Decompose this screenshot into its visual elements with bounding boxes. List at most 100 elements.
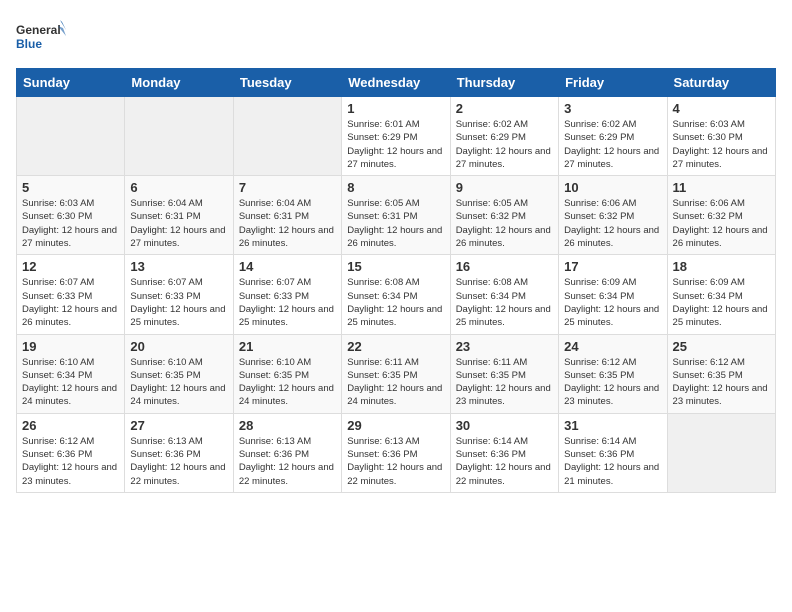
day-cell: 30 Sunrise: 6:14 AMSunset: 6:36 PMDayligh… (450, 413, 558, 492)
day-cell: 2 Sunrise: 6:02 AMSunset: 6:29 PMDaylight… (450, 97, 558, 176)
day-number: 13 (130, 259, 227, 274)
day-info: Sunrise: 6:08 AMSunset: 6:34 PMDaylight:… (347, 276, 444, 329)
day-number: 30 (456, 418, 553, 433)
day-number: 2 (456, 101, 553, 116)
day-info: Sunrise: 6:13 AMSunset: 6:36 PMDaylight:… (239, 435, 336, 488)
week-row-1: 1 Sunrise: 6:01 AMSunset: 6:29 PMDaylight… (17, 97, 776, 176)
day-cell: 19 Sunrise: 6:10 AMSunset: 6:34 PMDayligh… (17, 334, 125, 413)
day-info: Sunrise: 6:09 AMSunset: 6:34 PMDaylight:… (673, 276, 770, 329)
day-info: Sunrise: 6:05 AMSunset: 6:32 PMDaylight:… (456, 197, 553, 250)
day-cell: 29 Sunrise: 6:13 AMSunset: 6:36 PMDayligh… (342, 413, 450, 492)
day-number: 25 (673, 339, 770, 354)
day-cell: 23 Sunrise: 6:11 AMSunset: 6:35 PMDayligh… (450, 334, 558, 413)
day-number: 3 (564, 101, 661, 116)
day-cell: 16Sunrise: 6:08 AMSunset: 6:34 PMDayligh… (450, 255, 558, 334)
day-info: Sunrise: 6:11 AMSunset: 6:35 PMDaylight:… (456, 356, 553, 409)
day-number: 21 (239, 339, 336, 354)
day-cell: 11 Sunrise: 6:06 AMSunset: 6:32 PMDayligh… (667, 176, 775, 255)
day-info: Sunrise: 6:06 AMSunset: 6:32 PMDaylight:… (673, 197, 770, 250)
day-info: Sunrise: 6:03 AMSunset: 6:30 PMDaylight:… (22, 197, 119, 250)
logo-svg: General Blue (16, 16, 66, 58)
day-number: 24 (564, 339, 661, 354)
day-cell: 12 Sunrise: 6:07 AMSunset: 6:33 PMDayligh… (17, 255, 125, 334)
day-info: Sunrise: 6:02 AMSunset: 6:29 PMDaylight:… (456, 118, 553, 171)
day-info: Sunrise: 6:02 AMSunset: 6:29 PMDaylight:… (564, 118, 661, 171)
day-cell (125, 97, 233, 176)
day-info: Sunrise: 6:12 AMSunset: 6:35 PMDaylight:… (673, 356, 770, 409)
day-info: Sunrise: 6:04 AMSunset: 6:31 PMDaylight:… (239, 197, 336, 250)
week-row-2: 5 Sunrise: 6:03 AMSunset: 6:30 PMDaylight… (17, 176, 776, 255)
day-number: 28 (239, 418, 336, 433)
day-cell: 31Sunrise: 6:14 AMSunset: 6:36 PMDayligh… (559, 413, 667, 492)
day-info: Sunrise: 6:10 AMSunset: 6:34 PMDaylight:… (22, 356, 119, 409)
day-cell: 27 Sunrise: 6:13 AMSunset: 6:36 PMDayligh… (125, 413, 233, 492)
day-cell: 4 Sunrise: 6:03 AMSunset: 6:30 PMDaylight… (667, 97, 775, 176)
day-info: Sunrise: 6:14 AMSunset: 6:36 PMDaylight:… (564, 435, 661, 488)
day-number: 29 (347, 418, 444, 433)
svg-text:General: General (16, 23, 61, 37)
day-info: Sunrise: 6:07 AMSunset: 6:33 PMDaylight:… (130, 276, 227, 329)
day-cell: 13 Sunrise: 6:07 AMSunset: 6:33 PMDayligh… (125, 255, 233, 334)
day-cell: 10 Sunrise: 6:06 AMSunset: 6:32 PMDayligh… (559, 176, 667, 255)
day-info: Sunrise: 6:07 AMSunset: 6:33 PMDaylight:… (22, 276, 119, 329)
week-row-4: 19 Sunrise: 6:10 AMSunset: 6:34 PMDayligh… (17, 334, 776, 413)
day-cell: 18 Sunrise: 6:09 AMSunset: 6:34 PMDayligh… (667, 255, 775, 334)
day-info: Sunrise: 6:03 AMSunset: 6:30 PMDaylight:… (673, 118, 770, 171)
day-cell: 1 Sunrise: 6:01 AMSunset: 6:29 PMDaylight… (342, 97, 450, 176)
day-number: 7 (239, 180, 336, 195)
day-number: 20 (130, 339, 227, 354)
calendar-table: SundayMondayTuesdayWednesdayThursdayFrid… (16, 68, 776, 493)
header-saturday: Saturday (667, 69, 775, 97)
day-number: 9 (456, 180, 553, 195)
day-info: Sunrise: 6:13 AMSunset: 6:36 PMDaylight:… (347, 435, 444, 488)
day-number: 5 (22, 180, 119, 195)
day-cell (667, 413, 775, 492)
day-cell: 6 Sunrise: 6:04 AMSunset: 6:31 PMDaylight… (125, 176, 233, 255)
day-info: Sunrise: 6:10 AMSunset: 6:35 PMDaylight:… (130, 356, 227, 409)
day-number: 8 (347, 180, 444, 195)
day-number: 16 (456, 259, 553, 274)
header-monday: Monday (125, 69, 233, 97)
day-number: 23 (456, 339, 553, 354)
weekday-header-row: SundayMondayTuesdayWednesdayThursdayFrid… (17, 69, 776, 97)
day-info: Sunrise: 6:12 AMSunset: 6:35 PMDaylight:… (564, 356, 661, 409)
week-row-5: 26Sunrise: 6:12 AMSunset: 6:36 PMDayligh… (17, 413, 776, 492)
day-number: 10 (564, 180, 661, 195)
day-number: 1 (347, 101, 444, 116)
day-info: Sunrise: 6:10 AMSunset: 6:35 PMDaylight:… (239, 356, 336, 409)
day-cell: 22Sunrise: 6:11 AMSunset: 6:35 PMDayligh… (342, 334, 450, 413)
day-number: 14 (239, 259, 336, 274)
svg-text:Blue: Blue (16, 37, 42, 51)
day-info: Sunrise: 6:11 AMSunset: 6:35 PMDaylight:… (347, 356, 444, 409)
day-number: 26 (22, 418, 119, 433)
day-number: 19 (22, 339, 119, 354)
header-friday: Friday (559, 69, 667, 97)
day-info: Sunrise: 6:06 AMSunset: 6:32 PMDaylight:… (564, 197, 661, 250)
day-cell: 25 Sunrise: 6:12 AMSunset: 6:35 PMDayligh… (667, 334, 775, 413)
day-info: Sunrise: 6:14 AMSunset: 6:36 PMDaylight:… (456, 435, 553, 488)
day-cell: 5 Sunrise: 6:03 AMSunset: 6:30 PMDaylight… (17, 176, 125, 255)
day-cell: 3 Sunrise: 6:02 AMSunset: 6:29 PMDaylight… (559, 97, 667, 176)
day-cell (17, 97, 125, 176)
day-cell: 9 Sunrise: 6:05 AMSunset: 6:32 PMDaylight… (450, 176, 558, 255)
day-number: 12 (22, 259, 119, 274)
day-number: 6 (130, 180, 227, 195)
day-cell: 20 Sunrise: 6:10 AMSunset: 6:35 PMDayligh… (125, 334, 233, 413)
header-wednesday: Wednesday (342, 69, 450, 97)
header: General Blue (16, 16, 776, 58)
day-number: 27 (130, 418, 227, 433)
day-info: Sunrise: 6:07 AMSunset: 6:33 PMDaylight:… (239, 276, 336, 329)
day-cell: 24 Sunrise: 6:12 AMSunset: 6:35 PMDayligh… (559, 334, 667, 413)
day-number: 11 (673, 180, 770, 195)
day-info: Sunrise: 6:09 AMSunset: 6:34 PMDaylight:… (564, 276, 661, 329)
day-cell: 7 Sunrise: 6:04 AMSunset: 6:31 PMDaylight… (233, 176, 341, 255)
day-number: 18 (673, 259, 770, 274)
day-info: Sunrise: 6:13 AMSunset: 6:36 PMDaylight:… (130, 435, 227, 488)
day-cell: 28 Sunrise: 6:13 AMSunset: 6:36 PMDayligh… (233, 413, 341, 492)
day-number: 17 (564, 259, 661, 274)
day-info: Sunrise: 6:04 AMSunset: 6:31 PMDaylight:… (130, 197, 227, 250)
day-info: Sunrise: 6:01 AMSunset: 6:29 PMDaylight:… (347, 118, 444, 171)
header-thursday: Thursday (450, 69, 558, 97)
day-cell (233, 97, 341, 176)
day-number: 4 (673, 101, 770, 116)
